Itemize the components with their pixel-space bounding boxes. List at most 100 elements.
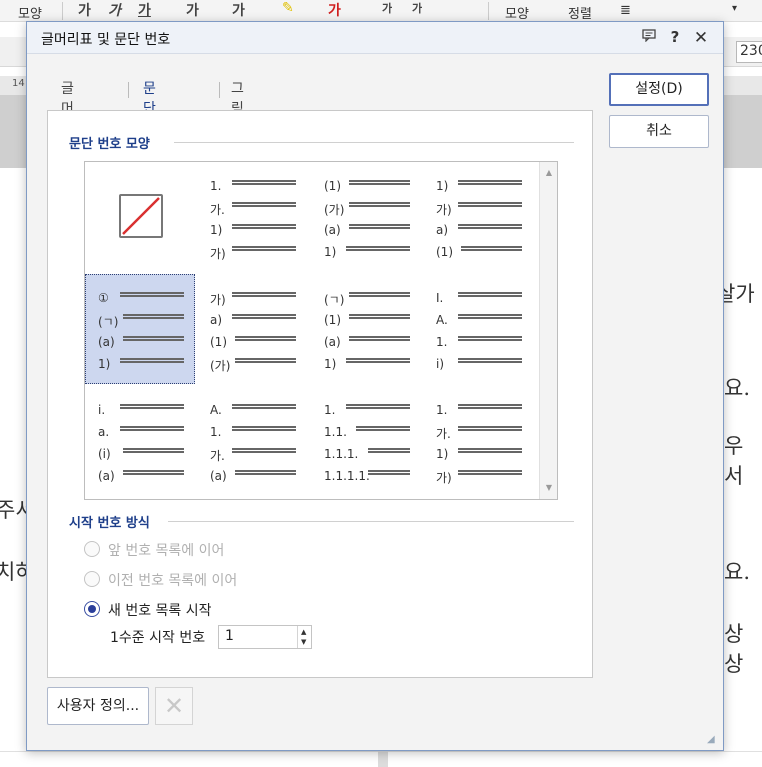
number-marker: 1. bbox=[324, 403, 336, 417]
tab-divider bbox=[128, 82, 129, 98]
number-marker: 가) bbox=[210, 293, 226, 307]
zoom-field[interactable]: 230 bbox=[736, 41, 762, 63]
text-lines bbox=[458, 292, 522, 304]
toolbar-divider bbox=[488, 2, 489, 20]
cancel-button[interactable]: 취소 bbox=[609, 115, 709, 148]
number-marker: (가) bbox=[324, 203, 345, 217]
text-lines bbox=[120, 404, 184, 416]
text-lines bbox=[458, 470, 522, 482]
number-marker: 가. bbox=[436, 427, 451, 441]
shape-button-right[interactable]: 모양 bbox=[505, 3, 529, 22]
text-lines bbox=[232, 246, 296, 258]
numbering-style-option[interactable]: 1. 1.1. 1.1.1. 1.1.1.1. bbox=[311, 386, 421, 496]
number-marker: a) bbox=[210, 313, 223, 327]
close-icon[interactable]: ✕ bbox=[691, 28, 711, 48]
comment-icon[interactable] bbox=[639, 28, 659, 48]
number-marker: ① bbox=[98, 291, 109, 305]
text-lines bbox=[349, 314, 410, 326]
numbering-style-option[interactable]: (1) (가) (a) 1) bbox=[311, 162, 421, 272]
text-lines bbox=[458, 426, 522, 438]
doc-text: 상상 bbox=[724, 622, 744, 676]
radio-button[interactable] bbox=[84, 601, 100, 617]
highlight-icon[interactable]: ✎ bbox=[282, 0, 294, 16]
number-marker: 1) bbox=[210, 223, 223, 237]
text-lines bbox=[461, 246, 522, 258]
number-marker: 1. bbox=[436, 403, 448, 417]
ok-button[interactable]: 설정(D) bbox=[609, 73, 709, 106]
scroll-down-icon[interactable]: ▼ bbox=[544, 483, 554, 493]
text-lines bbox=[232, 404, 296, 416]
radio-button[interactable] bbox=[84, 571, 100, 587]
numbering-panel: 문단 번호 모양 ▲ ▼ 1. 가. 1) 가) (1) (가) (a) 1) 1) 가) a) (1… bbox=[47, 110, 593, 678]
numbering-style-option[interactable]: 1. 가. 1) 가) bbox=[423, 386, 533, 496]
shape-button-left[interactable]: 모양 bbox=[18, 3, 42, 22]
italic-icon[interactable]: 가 bbox=[108, 0, 121, 20]
numbering-style-option[interactable]: 1) 가) a) (1) bbox=[423, 162, 533, 272]
number-marker: (1) bbox=[324, 313, 341, 327]
ruler-number: 14 bbox=[12, 78, 25, 89]
stepper-down-icon[interactable]: ▼ bbox=[301, 638, 306, 646]
text-lines bbox=[120, 358, 184, 370]
number-marker: (a) bbox=[98, 469, 115, 483]
strikethrough-icon[interactable]: 가 bbox=[186, 0, 199, 20]
text-lines bbox=[232, 426, 296, 438]
scroll-up-icon[interactable]: ▲ bbox=[544, 168, 554, 178]
numbering-style-option[interactable]: i. a. (i) (a) bbox=[85, 386, 195, 496]
text-lines bbox=[120, 426, 184, 438]
dialog-titlebar: 글머리표 및 문단 번호 ? ✕ bbox=[27, 22, 723, 54]
text-lines bbox=[368, 470, 424, 482]
numbering-style-option[interactable]: I. A. 1. i) bbox=[423, 274, 533, 384]
numbering-style-option[interactable]: 1. 가. 1) 가) bbox=[197, 162, 307, 272]
resize-grip-icon[interactable]: ◢ bbox=[707, 734, 721, 748]
stepper-buttons[interactable]: ▲ ▼ bbox=[297, 626, 311, 648]
number-marker: 1) bbox=[324, 357, 337, 371]
number-marker: (ㄱ) bbox=[98, 315, 119, 329]
outline-icon[interactable]: 가 bbox=[232, 0, 245, 20]
text-lines bbox=[349, 336, 410, 348]
number-marker: 1) bbox=[436, 447, 449, 461]
text-lines bbox=[349, 224, 410, 236]
numbering-style-option[interactable]: A. 1. 가. (a) bbox=[197, 386, 307, 496]
number-marker: 1) bbox=[436, 179, 449, 193]
group-divider bbox=[168, 521, 574, 522]
text-lines bbox=[232, 180, 296, 192]
font-color-icon[interactable]: 가 bbox=[328, 0, 341, 20]
group-divider bbox=[174, 142, 574, 143]
chevron-down-icon[interactable]: ▾ bbox=[732, 3, 737, 14]
radio-button[interactable] bbox=[84, 541, 100, 557]
numbering-style-option[interactable] bbox=[85, 162, 195, 272]
text-lines bbox=[232, 202, 296, 214]
numbering-style-option[interactable]: ① (ㄱ) (a) 1) bbox=[85, 274, 195, 384]
align-button[interactable]: 정렬 bbox=[568, 3, 592, 22]
number-marker: 1.1. bbox=[324, 425, 347, 439]
start-number-stepper[interactable]: 1 ▲ ▼ bbox=[218, 625, 312, 649]
start-number-value: 1 bbox=[225, 628, 234, 644]
superscript-icon[interactable]: 가 bbox=[382, 0, 392, 16]
number-marker: 가) bbox=[210, 247, 226, 261]
subscript-icon[interactable]: 가 bbox=[412, 0, 422, 16]
scrollbar[interactable]: ▲ ▼ bbox=[539, 162, 557, 499]
no-numbering-icon bbox=[119, 194, 163, 238]
option-label: 이전 번호 목록에 이어 bbox=[108, 573, 238, 589]
bold-icon[interactable]: 가 bbox=[78, 0, 91, 20]
text-lines bbox=[368, 448, 424, 460]
number-marker: 1.1.1.1. bbox=[324, 469, 370, 483]
help-icon[interactable]: ? bbox=[665, 28, 685, 48]
stepper-up-icon[interactable]: ▲ bbox=[301, 628, 306, 636]
number-marker: 1) bbox=[324, 245, 337, 259]
number-marker: (a) bbox=[324, 335, 341, 349]
number-marker: 가. bbox=[210, 449, 225, 463]
text-lines bbox=[346, 404, 410, 416]
number-marker: 1.1.1. bbox=[324, 447, 359, 461]
text-lines bbox=[232, 224, 296, 236]
text-lines bbox=[458, 404, 522, 416]
numbering-style-option[interactable]: 가) a) (1) (가) bbox=[197, 274, 307, 384]
numbering-style-option[interactable]: (ㄱ) (1) (a) 1) bbox=[311, 274, 421, 384]
underline-icon[interactable]: 가 bbox=[138, 0, 151, 20]
list-icon[interactable]: ≣ bbox=[620, 3, 631, 18]
custom-button[interactable]: 사용자 정의... bbox=[47, 687, 149, 725]
number-marker: a) bbox=[436, 223, 449, 237]
text-lines bbox=[458, 314, 522, 326]
doc-text: 우서 bbox=[724, 434, 744, 488]
splitter[interactable] bbox=[378, 751, 388, 767]
